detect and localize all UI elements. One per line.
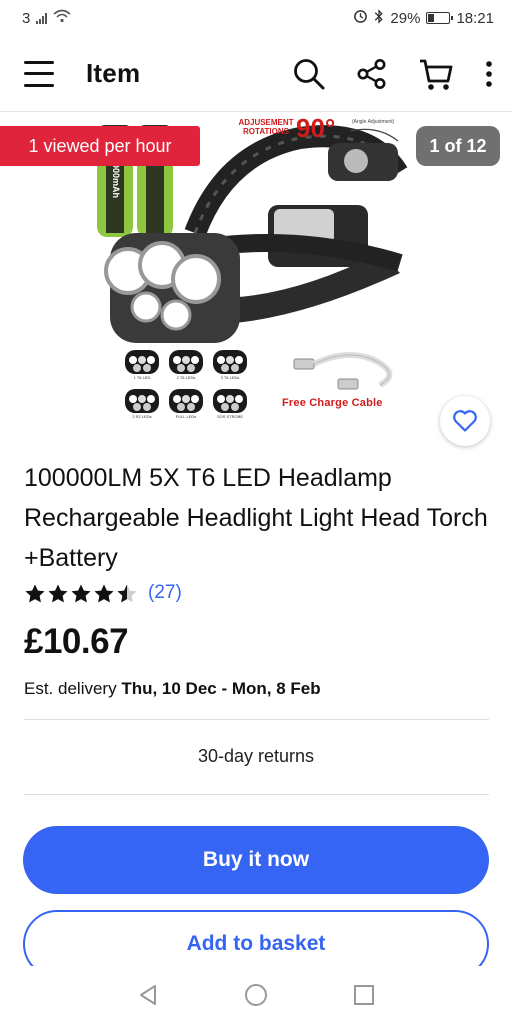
mode-1: 1 T6 LED: [122, 350, 162, 382]
image-caption-angle: 90°: [296, 113, 336, 143]
alarm-icon: [353, 9, 368, 28]
delivery-dates: Thu, 10 Dec - Mon, 8 Feb: [121, 679, 321, 698]
image-caption-adjustment: ADJUSEMENT ROTATIONS: [238, 118, 294, 136]
image-caption-angle-note: (Angle Adjustment): [352, 119, 395, 125]
star-icon: [117, 584, 137, 602]
image-caption-cable: Free Charge Cable: [282, 397, 383, 409]
recents-icon[interactable]: [353, 984, 375, 1006]
clock: 18:21: [456, 9, 494, 27]
wifi-icon: [53, 9, 71, 27]
app-header: Item: [0, 36, 512, 112]
mode-3: 3 T6 LEDs: [210, 350, 250, 382]
cart-icon[interactable]: [418, 57, 454, 91]
mode-4: 2 R2 LEDs: [122, 389, 162, 421]
menu-icon[interactable]: [24, 60, 54, 87]
status-bar: 3 29% 18:21: [0, 0, 512, 36]
home-icon[interactable]: [244, 983, 268, 1007]
star-icon: [25, 584, 45, 602]
delivery-label: Est. delivery: [24, 679, 117, 698]
signal-icon: [36, 12, 48, 24]
product-image-gallery[interactable]: ADJUSEMENT ROTATIONS 90° (Angle Adjustme…: [0, 113, 512, 453]
watch-heart-button[interactable]: [440, 396, 490, 446]
more-icon[interactable]: [484, 60, 494, 88]
mode-6: SOS STROBE: [210, 389, 250, 421]
viewed-badge: 1 viewed per hour: [0, 126, 200, 166]
system-nav-bar: [0, 966, 512, 1024]
price: £10.67: [24, 622, 129, 661]
divider: [24, 794, 489, 795]
star-icon: [48, 584, 68, 602]
star-icon: [94, 584, 114, 602]
heart-icon: [453, 410, 477, 432]
back-icon[interactable]: [137, 983, 159, 1007]
network-label: 3: [22, 9, 31, 27]
rating-count-link[interactable]: (27): [148, 582, 182, 604]
rating-row[interactable]: (27): [24, 580, 182, 606]
battery-percent: 29%: [390, 9, 421, 27]
returns-policy: 30-day returns: [197, 746, 315, 766]
star-rating: [24, 583, 138, 604]
share-icon[interactable]: [356, 58, 388, 90]
bluetooth-icon: [374, 8, 384, 28]
estimated-delivery: Est. delivery Thu, 10 Dec - Mon, 8 Feb: [24, 679, 321, 699]
buy-it-now-button[interactable]: Buy it now: [23, 826, 489, 894]
product-title: 100000LM 5X T6 LED Headlamp Rechargeable…: [24, 464, 488, 572]
mode-5: FULL LEDs: [166, 389, 206, 421]
star-icon: [71, 584, 91, 602]
image-counter: 1 of 12: [416, 126, 500, 166]
divider: [24, 719, 489, 720]
page-title: Item: [86, 58, 141, 88]
battery-icon: [426, 12, 454, 24]
mode-2: 2 T6 LEDs: [166, 350, 206, 382]
search-icon[interactable]: [292, 57, 326, 91]
